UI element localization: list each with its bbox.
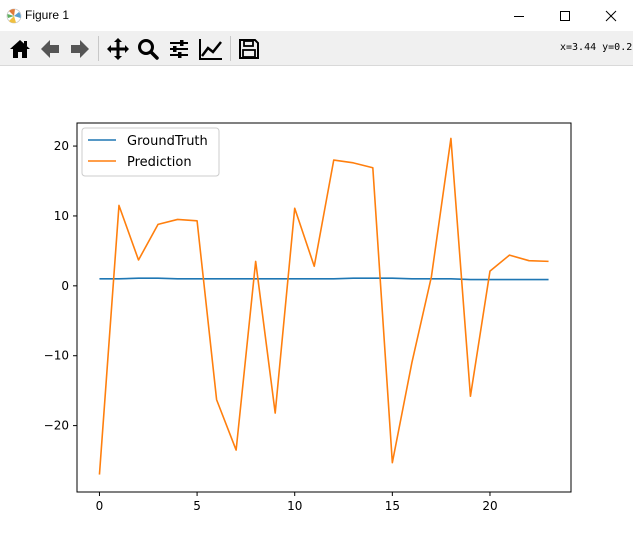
maximize-icon — [560, 10, 570, 21]
legend-label-groundtruth: GroundTruth — [127, 134, 208, 149]
pan-button[interactable] — [105, 36, 131, 62]
edit-axis-icon — [199, 39, 222, 60]
toolbar-separator — [98, 36, 99, 61]
y-tick-label: −10 — [44, 349, 69, 363]
legend-label-prediction: Prediction — [127, 155, 192, 170]
legend: GroundTruth Prediction — [81, 127, 220, 177]
home-icon — [10, 40, 30, 58]
forward-button[interactable] — [67, 36, 93, 62]
close-button[interactable] — [588, 0, 633, 31]
series-line-groundtruth — [99, 277, 549, 281]
back-button[interactable] — [37, 36, 63, 62]
pan-icon — [107, 38, 129, 60]
home-button[interactable] — [7, 36, 33, 62]
maximize-button[interactable] — [542, 0, 588, 31]
x-tick-label: 20 — [482, 499, 497, 513]
y-tick-label: 20 — [54, 139, 69, 153]
minimize-button[interactable] — [496, 0, 542, 31]
plot-frame — [76, 122, 572, 493]
matplotlib-logo-icon — [6, 8, 22, 24]
zoom-button[interactable] — [135, 36, 161, 62]
configure-subplots-button[interactable] — [166, 36, 192, 62]
close-icon — [605, 10, 617, 21]
figure-canvas[interactable]: 0 5 10 15 20 −20 −10 0 10 20 GroundTruth Predict… — [0, 66, 633, 544]
title-bar: Figure 1 — [0, 0, 633, 31]
save-button[interactable] — [236, 36, 262, 62]
forward-icon — [71, 40, 89, 58]
save-icon — [239, 39, 259, 59]
edit-axis-button[interactable] — [198, 36, 224, 62]
x-tick-label: 10 — [287, 499, 302, 513]
y-tick-label: 10 — [54, 209, 69, 223]
line-chart[interactable]: 0 5 10 15 20 −20 −10 0 10 20 GroundTruth Predict… — [0, 66, 633, 544]
x-tick-label: 0 — [96, 499, 104, 513]
x-tick-label: 5 — [193, 499, 201, 513]
window-title: Figure 1 — [25, 8, 70, 22]
y-tick-label: 0 — [61, 279, 69, 293]
navigation-toolbar — [0, 31, 633, 66]
toolbar-separator — [230, 36, 231, 61]
coordinates-readout: x=3.44 y=0.2 — [560, 42, 633, 53]
minimize-icon — [514, 15, 524, 17]
zoom-icon — [138, 39, 159, 60]
back-icon — [41, 40, 59, 58]
y-tick-label: −20 — [44, 419, 69, 433]
x-tick-label: 15 — [385, 499, 400, 513]
series-line-prediction — [98, 137, 549, 475]
configure-subplots-icon — [170, 40, 188, 58]
